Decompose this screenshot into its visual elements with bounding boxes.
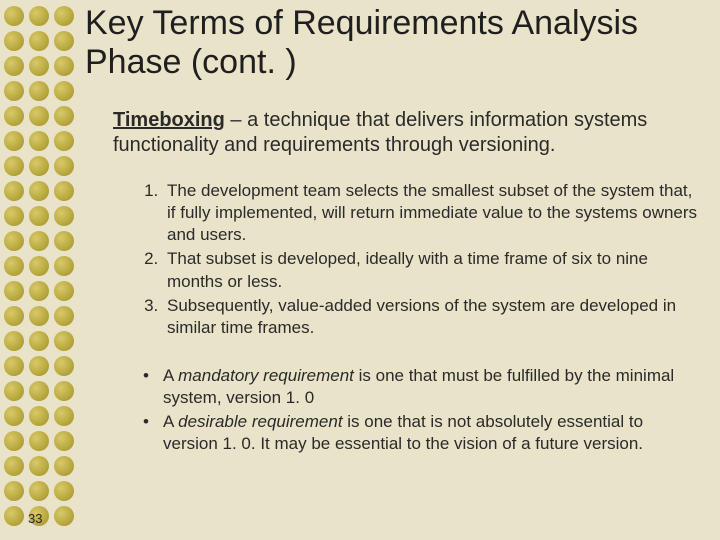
dot-icon xyxy=(4,281,24,301)
dot-icon xyxy=(54,6,74,26)
intro-paragraph: Timeboxing – a technique that delivers i… xyxy=(85,108,700,158)
dot-icon xyxy=(4,156,24,176)
dot-icon xyxy=(29,106,49,126)
dot-icon xyxy=(54,306,74,326)
dot-icon xyxy=(4,506,24,526)
dot-icon xyxy=(4,206,24,226)
dot-icon xyxy=(54,256,74,276)
dot-icon xyxy=(4,81,24,101)
dot-icon xyxy=(4,256,24,276)
dot-icon xyxy=(4,31,24,51)
list-item: The development team selects the smalles… xyxy=(163,180,700,246)
dot-icon xyxy=(29,256,49,276)
dot-icon xyxy=(29,6,49,26)
dot-icon xyxy=(29,56,49,76)
dot-icon xyxy=(29,406,49,426)
dot-icon xyxy=(54,381,74,401)
dot-icon xyxy=(4,131,24,151)
term-name: Timeboxing xyxy=(113,109,225,131)
dot-icon xyxy=(54,181,74,201)
def-prefix: A xyxy=(163,412,178,431)
dot-icon xyxy=(29,431,49,451)
dot-icon xyxy=(29,31,49,51)
dot-icon xyxy=(29,456,49,476)
dot-icon xyxy=(4,306,24,326)
steps-list: The development team selects the smalles… xyxy=(115,180,700,339)
dot-icon xyxy=(29,181,49,201)
dot-icon xyxy=(54,106,74,126)
dot-icon xyxy=(4,56,24,76)
dot-icon xyxy=(54,481,74,501)
dot-icon xyxy=(29,281,49,301)
def-em: desirable requirement xyxy=(178,412,342,431)
definitions-list: A mandatory requirement is one that must… xyxy=(115,365,700,455)
slide-title: Key Terms of Requirements Analysis Phase… xyxy=(85,4,700,82)
dot-icon xyxy=(54,206,74,226)
dot-icon xyxy=(54,31,74,51)
dot-icon xyxy=(29,206,49,226)
dot-icon xyxy=(54,131,74,151)
list-item: A mandatory requirement is one that must… xyxy=(143,365,700,409)
dot-icon xyxy=(4,231,24,251)
dot-icon xyxy=(54,456,74,476)
dot-icon xyxy=(4,6,24,26)
dot-icon xyxy=(29,331,49,351)
def-em: mandatory requirement xyxy=(178,366,354,385)
dot-icon xyxy=(4,456,24,476)
dot-icon xyxy=(4,481,24,501)
dot-icon xyxy=(54,56,74,76)
dot-icon xyxy=(54,231,74,251)
dot-icon xyxy=(54,331,74,351)
dot-icon xyxy=(4,181,24,201)
dot-icon xyxy=(4,381,24,401)
dot-icon xyxy=(29,156,49,176)
dot-icon xyxy=(4,106,24,126)
def-prefix: A xyxy=(163,366,178,385)
list-item: That subset is developed, ideally with a… xyxy=(163,248,700,292)
dot-icon xyxy=(29,306,49,326)
dot-icon xyxy=(29,131,49,151)
dot-icon xyxy=(4,406,24,426)
dot-icon xyxy=(4,331,24,351)
dot-icon xyxy=(29,231,49,251)
dot-icon xyxy=(29,356,49,376)
list-item: A desirable requirement is one that is n… xyxy=(143,411,700,455)
dot-icon xyxy=(54,431,74,451)
dot-icon xyxy=(29,81,49,101)
page-number: 33 xyxy=(28,511,42,526)
slide-content: Key Terms of Requirements Analysis Phase… xyxy=(85,0,700,540)
dot-icon xyxy=(4,356,24,376)
dot-icon xyxy=(54,406,74,426)
dot-icon xyxy=(54,506,74,526)
dot-icon xyxy=(4,431,24,451)
dot-icon xyxy=(54,81,74,101)
list-item: Subsequently, value-added versions of th… xyxy=(163,295,700,339)
dot-icon xyxy=(54,281,74,301)
dot-icon xyxy=(54,356,74,376)
dot-icon xyxy=(29,481,49,501)
dot-icon xyxy=(29,381,49,401)
dot-icon xyxy=(54,156,74,176)
decorative-dot-grid xyxy=(0,0,75,540)
